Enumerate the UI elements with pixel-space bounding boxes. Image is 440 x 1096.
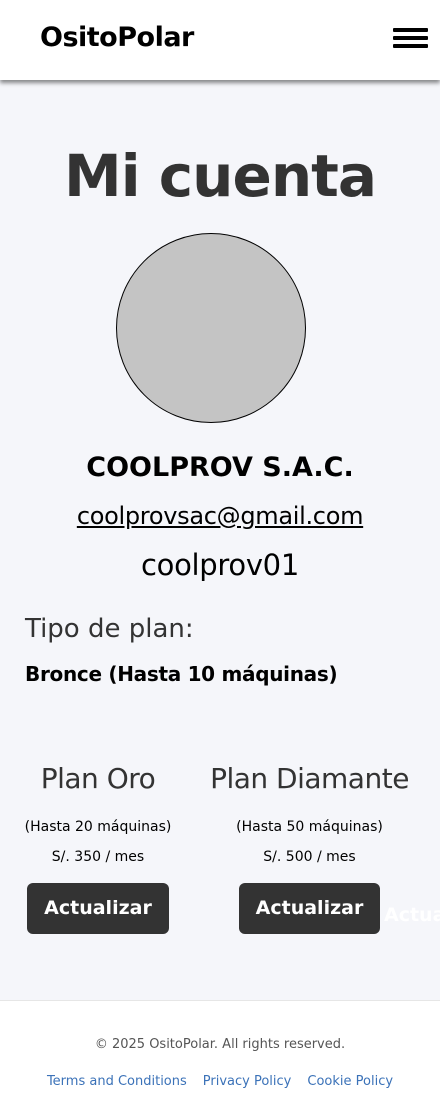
plan-price: S/. 350 / mes [51,849,145,865]
company-name: COOLPROV S.A.C. [86,452,354,483]
privacy-policy-link[interactable]: Privacy Policy [203,1074,292,1089]
footer: © 2025 OsitoPolar. All rights reserved. … [0,1000,440,1096]
username: coolprov01 [141,548,299,582]
brand-logo-text[interactable]: OsitoPolar [40,22,194,53]
plan-card-oro: Plan Oro (Hasta 20 máquinas) S/. 350 / m… [18,762,178,934]
upgrade-oro-button[interactable]: Actualizar [27,883,169,934]
offscreen-upgrade-button[interactable]: Actualizar [384,904,440,926]
current-plan: Bronce (Hasta 10 máquinas) [25,662,338,686]
plan-price: S/. 500 / mes [263,849,356,865]
hamburger-bar [393,28,428,32]
plan-limit: (Hasta 50 máquinas) [236,819,383,835]
plan-limit: (Hasta 20 máquinas) [24,819,172,835]
cookie-policy-link[interactable]: Cookie Policy [307,1074,393,1089]
hamburger-bar [393,44,428,48]
email-link[interactable]: coolprovsac@gmail.com [0,502,440,530]
hamburger-menu-icon[interactable] [393,28,428,48]
plan-name: Plan Diamante [210,762,409,795]
upgrade-diamante-button[interactable]: Actualizar [238,883,381,934]
hamburger-bar [393,36,428,40]
plan-name: Plan Oro [40,762,156,795]
account-main: Mi cuenta COOLPROV S.A.C. coolprovsac@gm… [0,80,440,1000]
terms-link[interactable]: Terms and Conditions [47,1074,187,1089]
footer-links: Terms and Conditions Privacy Policy Cook… [0,1074,440,1089]
plan-type-label: Tipo de plan: [25,614,194,644]
page-title: Mi cuenta [64,142,377,210]
top-navbar: OsitoPolar [0,0,440,80]
avatar[interactable] [116,233,306,423]
copyright-text: © 2025 OsitoPolar. All rights reserved. [94,1037,346,1052]
